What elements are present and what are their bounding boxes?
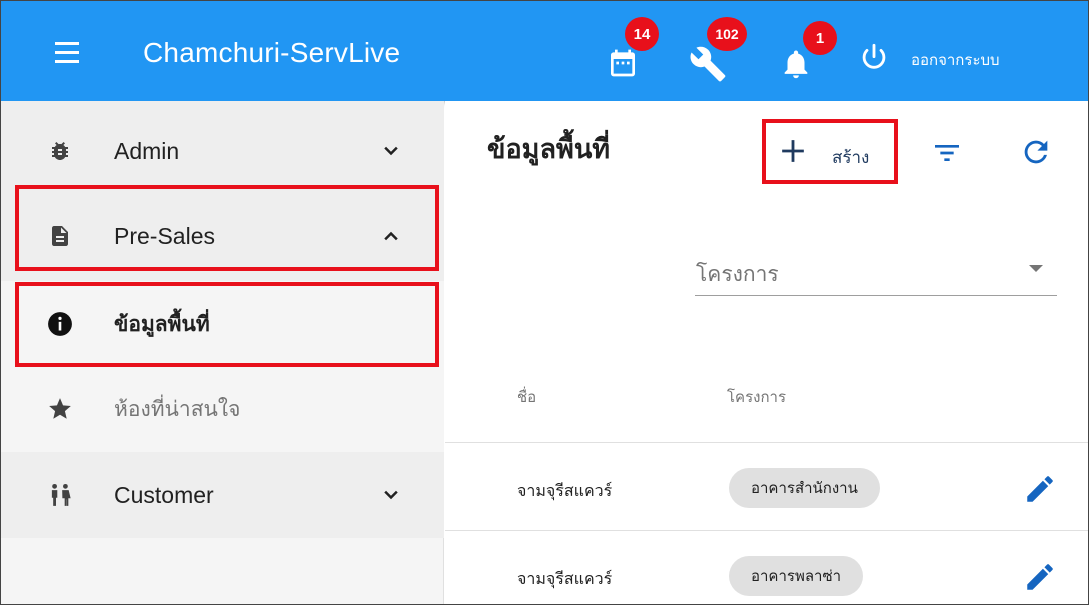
page-title: ข้อมูลพื้นที่ (487, 134, 611, 165)
create-button[interactable]: สร้าง (766, 123, 894, 180)
sidebar-item-admin[interactable]: Admin (1, 108, 444, 194)
wrench-icon (690, 46, 726, 82)
bug-icon (47, 138, 73, 164)
top-app-bar: Chamchuri-ServLive 14 102 1 ออกจากระบบ (1, 1, 1088, 101)
tools-badge: 102 (707, 17, 747, 51)
logout-label[interactable]: ออกจากระบบ (911, 48, 1000, 72)
star-icon (47, 396, 73, 422)
hamburger-menu-icon[interactable] (51, 39, 87, 67)
calendar-badge: 14 (625, 17, 659, 51)
sidebar-item-label: ข้อมูลพื้นที่ (114, 311, 210, 336)
table-row: จามจุรีสแควร์ อาคารสำนักงาน (445, 442, 1088, 530)
sidebar-item-label: Pre-Sales (114, 222, 215, 249)
create-button-label: สร้าง (832, 148, 870, 168)
calendar-icon (611, 49, 635, 77)
refresh-button[interactable] (1019, 135, 1053, 173)
table-row: จามจุรีสแควร์ อาคารพลาซ่า (445, 530, 1088, 604)
project-chip: อาคารสำนักงาน (729, 468, 880, 508)
notifications-button[interactable] (779, 47, 813, 85)
row-name: จามจุรีสแควร์ (517, 569, 613, 588)
power-icon (862, 43, 886, 69)
plus-icon (782, 140, 804, 162)
sidebar-item-interesting-rooms[interactable]: ห้องที่น่าสนใจ (1, 366, 444, 452)
row-name: จามจุรีสแควร์ (517, 481, 613, 500)
document-icon (47, 223, 73, 249)
column-header-name[interactable]: ชื่อ (517, 385, 536, 409)
refresh-icon (1024, 140, 1048, 164)
project-chip: อาคารพลาซ่า (729, 556, 864, 596)
column-header-project[interactable]: โครงการ (727, 385, 786, 409)
notifications-badge: 1 (803, 21, 837, 55)
sidebar-item-label: Admin (114, 137, 180, 164)
chevron-down-icon (384, 146, 398, 156)
project-select-placeholder: โครงการ (696, 262, 779, 286)
filter-icon (935, 145, 959, 161)
sidebar-item-label: ห้องที่น่าสนใจ (114, 396, 241, 421)
bell-icon (784, 50, 808, 79)
sidebar-item-pre-sales[interactable]: Pre-Sales (1, 193, 444, 279)
people-icon (47, 482, 73, 508)
edit-pencil-icon[interactable] (1023, 472, 1057, 506)
app-window: Chamchuri-ServLive 14 102 1 ออกจากระบบ A… (0, 0, 1089, 605)
project-select[interactable]: โครงการ (695, 248, 1057, 296)
info-icon (47, 311, 73, 337)
chevron-down-icon (384, 490, 398, 500)
sidebar-item-customer[interactable]: Customer (1, 452, 444, 538)
filter-button[interactable] (931, 137, 963, 173)
tools-button[interactable] (689, 45, 727, 87)
sidebar-item-label: Customer (114, 481, 214, 508)
logout-button[interactable] (857, 41, 891, 79)
sidebar-item-area-info[interactable]: ข้อมูลพื้นที่ (1, 281, 444, 367)
chevron-up-icon (384, 231, 398, 241)
edit-pencil-icon[interactable] (1023, 560, 1057, 594)
dropdown-arrow-icon (1029, 265, 1043, 272)
app-title: Chamchuri-ServLive (143, 37, 401, 68)
calendar-button[interactable] (607, 47, 639, 83)
